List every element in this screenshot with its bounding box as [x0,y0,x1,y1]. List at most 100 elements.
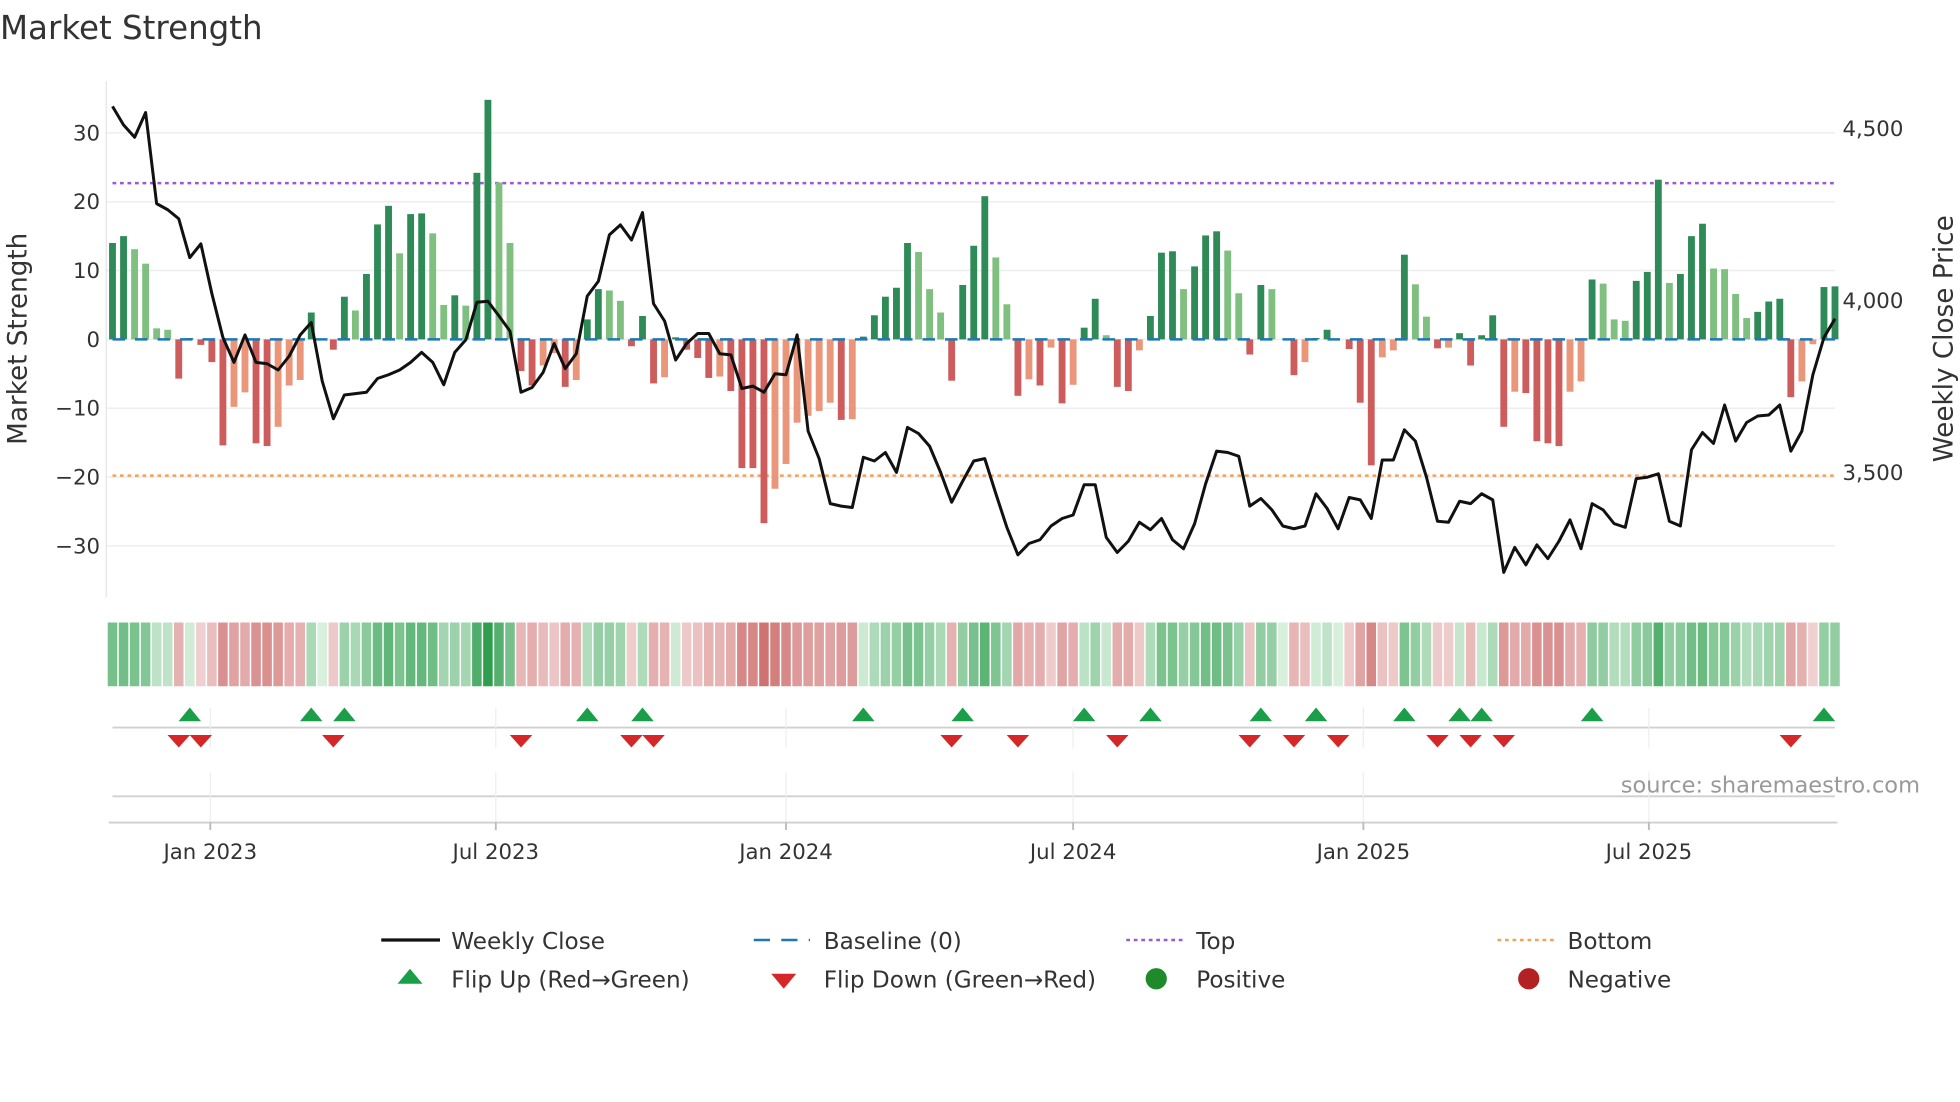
negative-strength-bar [837,339,845,420]
positive-strength-bar [429,233,437,340]
flip-down-marker [1238,735,1262,748]
y-tick-label: −30 [55,534,100,559]
heat-strip-cell [1465,622,1476,687]
legend-label-negative: Negative [1568,968,1672,994]
negative-strength-bar [705,339,713,378]
heat-strip-cell [748,622,758,687]
negative-strength-bar [1533,339,1541,442]
heat-strip-cell [637,622,648,687]
heat-strip-cell [361,622,372,687]
positive-strength-bar [639,315,646,340]
positive-strength-bar [1688,236,1695,340]
heat-strip-cell [461,622,471,687]
legend-label-baseline: Baseline (0) [824,929,962,955]
negative-strength-bar [1555,339,1563,447]
heat-strip-cell [1278,622,1288,687]
heat-strip-cell [681,622,692,687]
y-tick-label: 20 [73,190,100,215]
x-tick-label: Jul 2023 [451,840,539,865]
negative-strength-bar [1047,339,1055,348]
negative-strength-bar [815,339,823,411]
heat-strip-cell [1576,622,1586,687]
flip-down-marker [1426,735,1449,748]
heat-strip-cell [1708,622,1719,687]
flip-up-marker [1249,707,1273,722]
negative-strength-bar [1367,339,1375,466]
negative-strength-bar [1301,339,1309,363]
negative-strength-bar [771,339,779,489]
negative-strength-bar [738,339,746,469]
positive-strength-bar [1754,311,1762,340]
negative-strength-bar [749,339,757,469]
flip-up-marker [1470,707,1493,722]
heat-strip-cell [1487,622,1498,687]
positive-strength-bar [1478,335,1486,340]
negative-strength-bar [517,339,525,372]
flip-up-marker [1393,707,1416,722]
negative-strength-bar [760,339,768,524]
heat-strip-cell [703,622,714,687]
heat-strip-cell [1476,622,1487,687]
negative-strength-bar [1113,339,1121,387]
heat-strip-cell [538,622,548,687]
positive-strength-bar [870,315,878,340]
flip-down-marker [1282,735,1306,748]
positive-strength-bar [1091,298,1099,340]
flip-down-marker [620,735,643,748]
heat-strip-cell [1763,622,1774,687]
heat-strip-cell [1830,622,1840,687]
heat-strip-cell [1521,622,1531,687]
positive-strength-bar [959,284,967,340]
heat-strip-cell [1664,622,1675,687]
heat-strip-cell [1046,622,1056,687]
heat-strip-cell [472,622,482,687]
y-tick-label: −20 [55,466,100,491]
heat-strip-cell [1156,622,1167,687]
positive-strength-bar [363,273,370,340]
positive-strength-bar [594,289,602,340]
heat-strip-cell [295,622,305,687]
flip-up-marker [1448,707,1471,722]
heat-strip-cell [1178,622,1189,687]
heat-strip-cell [670,622,681,687]
heat-strip-cell [1145,622,1156,687]
y2-tick-label: 4,000 [1843,289,1904,314]
positive-strength-bar [1235,293,1243,340]
negative-strength-bar [1511,339,1519,392]
heat-strip-cell [1421,622,1432,687]
heat-strip-cell [1311,622,1321,687]
heat-strip-cell [1532,622,1542,687]
flip-down-marker [167,735,190,748]
negative-strength-bar [948,339,956,381]
negative-strength-bar [1356,339,1364,403]
positive-strength-bar [407,214,415,340]
negative-strength-bar [274,339,282,427]
positive-strength-bar [396,253,404,340]
negative-strength-bar [329,339,337,350]
heat-strip-cell [1510,622,1520,687]
positive-strength-bar [1003,304,1011,340]
heat-strip-cell [781,622,791,687]
heat-strip-cell [1245,622,1255,687]
heat-strip-cell [1454,622,1465,687]
positive-strength-bar [1400,254,1408,340]
heat-strip-cell [516,622,526,687]
heat-strip-cell [1819,622,1829,687]
positive-strength-bar [1710,268,1717,340]
heat-strip-cell [1719,622,1730,687]
heat-strip-cell [891,622,902,687]
legend-negative-icon [1518,968,1540,990]
negative-strength-bar [1500,339,1508,427]
heat-strip-cell [1333,622,1343,687]
heat-strip-cell [1355,622,1365,687]
positive-strength-bar [1146,315,1154,340]
right-axis-ticks: 4,500 4,000 3,500 [1843,117,1904,486]
positive-strength-bar [1191,266,1199,340]
heat-strip-cell [1554,622,1564,687]
heat-strip-cell [571,622,582,687]
heat-strip-cell [858,622,869,687]
negative-strength-bar [848,339,856,420]
strength-heat-strip [107,622,1840,687]
positive-strength-bar [1323,329,1331,340]
heat-strip-cell [1620,622,1630,687]
